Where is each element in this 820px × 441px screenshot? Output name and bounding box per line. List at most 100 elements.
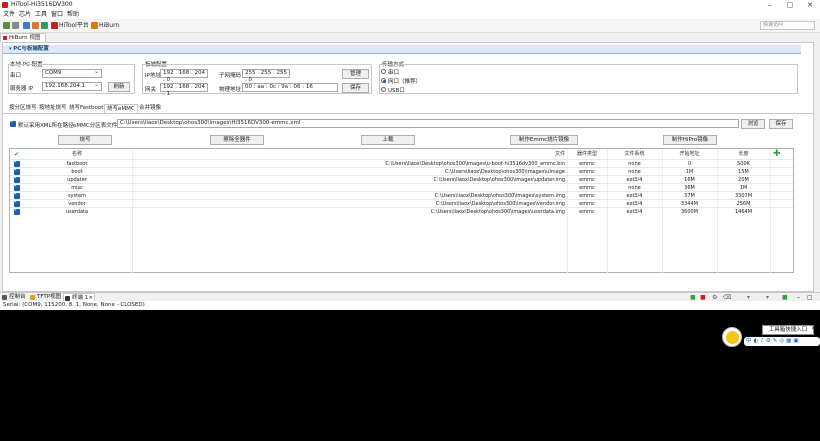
tftp-icon: [30, 295, 35, 300]
tab-burn-by-address[interactable]: 按地址烧写: [37, 104, 69, 113]
radio-network-label: 网口（推荐）: [388, 79, 422, 85]
radio-serial[interactable]: [381, 69, 386, 74]
column-header-start: 开始地址: [679, 151, 700, 157]
subnet-mask-field[interactable]: 255 . 255 . 255 . 0: [242, 69, 290, 83]
column-header-file: 文件: [554, 151, 565, 157]
subtab-divider: [3, 113, 813, 114]
console-tab-bar: 控制台 TFTP视图 终端 1 ✕ ■ ■ ⚙ ⌫ ▾ ▾ ■ – ▢: [0, 292, 820, 302]
cell-length: 1464M: [734, 209, 753, 215]
clear-console-icon[interactable]: ⌫: [723, 294, 731, 301]
select-all-check-icon[interactable]: ✔: [14, 151, 19, 158]
app-logo-icon: [2, 2, 8, 8]
menu-help[interactable]: 帮助: [67, 10, 79, 19]
menu-file[interactable]: 文件: [3, 10, 15, 19]
tab-burn-by-partition[interactable]: 按分区烧写: [7, 104, 39, 113]
disconnect-terminal-icon[interactable]: ■: [700, 294, 706, 301]
add-row-icon[interactable]: ✚: [773, 149, 781, 159]
row-checkbox[interactable]: [14, 207, 20, 215]
tab-hiburn-view-label: HiBurn 视图: [9, 35, 41, 41]
browse-button[interactable]: 浏览: [741, 119, 765, 129]
manage-button[interactable]: 管理: [342, 69, 369, 79]
section-title: PC与板端配置: [13, 46, 49, 52]
gateway-label: 网关: [145, 87, 157, 93]
save-xml-button[interactable]: 保存: [769, 119, 793, 129]
erase-all-button[interactable]: 擦除全器件: [210, 135, 264, 145]
radio-usb[interactable]: [381, 87, 386, 92]
port-label: 串口: [10, 73, 22, 79]
menu-chip[interactable]: 芯片: [19, 10, 31, 19]
column-header-name: 名称: [71, 151, 82, 157]
maximize-console-icon[interactable]: ▢: [807, 294, 813, 301]
table-row[interactable]: updaterC:\Users\liaox\Desktop\ohos300\im…: [10, 175, 793, 183]
use-xml-path-checkbox[interactable]: [10, 119, 16, 127]
tab-tftp-label: TFTP视图: [37, 294, 62, 300]
tab-merge-image[interactable]: 合并镜像: [137, 104, 163, 113]
cell-start: 3600M: [680, 209, 699, 215]
radio-usb-label: USB口: [388, 88, 405, 94]
cell-name: userdata: [65, 209, 89, 215]
close-widget-icon[interactable]: ✕: [811, 325, 816, 332]
menu-tools[interactable]: 工具: [35, 10, 47, 19]
maximize-icon[interactable]: ▢: [780, 0, 800, 10]
table-row[interactable]: miscemmcnone36M1M: [10, 183, 793, 191]
mac-label: 物理地址: [219, 87, 242, 93]
pin-console-icon[interactable]: ■: [782, 294, 788, 301]
title-bar: HiTool-Hi3516DV300 – ▢ ✕: [0, 0, 820, 10]
hitool-platform-button[interactable]: HiTool平台: [59, 21, 89, 30]
ip-label: IP地址: [145, 73, 161, 79]
serial-port-select[interactable]: COM9: [42, 68, 102, 78]
emmc-xml-path-field[interactable]: C:\Users\liaox\Desktop\ohos300\images\Hi…: [117, 119, 739, 128]
connect-icon[interactable]: [23, 22, 30, 29]
refresh-button[interactable]: 刷新: [108, 82, 130, 92]
open-console-icon[interactable]: ▾: [747, 294, 750, 301]
minimize-icon[interactable]: –: [760, 0, 780, 10]
new-icon[interactable]: [3, 22, 10, 29]
connect-terminal-icon[interactable]: ■: [690, 294, 696, 301]
save-board-button[interactable]: 保存: [342, 83, 369, 93]
toolbox-widget[interactable]: 工具箱快捷入口 ✕ 中◐♪⚙✎◎▦▣: [722, 325, 820, 347]
close-icon[interactable]: ✕: [800, 0, 820, 10]
table-row[interactable]: bootC:\Users\liaox\Desktop\ohos300\image…: [10, 167, 793, 175]
quick-access-input[interactable]: 快速访问: [760, 21, 815, 30]
tab-hiburn-view[interactable]: HiBurn 视图: [0, 33, 46, 42]
serial-status: Serial: (COM9, 115200, 8, 1, None, None …: [0, 301, 820, 310]
terminal-settings-icon[interactable]: ⚙: [712, 294, 717, 301]
hitool-platform-icon[interactable]: [51, 22, 58, 29]
hiburn-button[interactable]: HiBurn: [99, 21, 119, 30]
cell-file: C:\Users\liaox\Desktop\ohos300\images\us…: [430, 209, 565, 215]
cell-fs: ext3/4: [626, 209, 643, 215]
column-header-fs: 文件系统: [624, 151, 645, 157]
upload-button[interactable]: 上载: [361, 135, 415, 145]
make-hipro-image-button[interactable]: 制作HiPro镜像: [663, 135, 717, 145]
terminal-output[interactable]: [0, 310, 820, 441]
tab-console-label: 控制台: [9, 294, 26, 300]
hiburn-icon[interactable]: [91, 22, 98, 29]
menu-window[interactable]: 窗口: [51, 10, 63, 19]
partition-table: ✔ 名称 文件 器件类型 文件系统 开始地址 长度 ✚ fastbootC:\U…: [9, 148, 794, 273]
table-row[interactable]: fastbootC:\Users\liaox\Desktop\ohos300\i…: [10, 159, 793, 167]
new-console-icon[interactable]: ▾: [766, 294, 769, 301]
radio-network[interactable]: [381, 78, 386, 83]
tab-burn-emmc[interactable]: 烧写eMMC: [104, 104, 138, 113]
server-ip-select[interactable]: 192.168.204.1: [42, 81, 102, 91]
minimize-console-icon[interactable]: –: [797, 294, 800, 301]
table-row[interactable]: userdata C:\Users\liaox\Desktop\ohos300\i…: [10, 207, 793, 215]
radio-serial-label: 串口: [388, 70, 400, 76]
tab-burn-fastboot[interactable]: 烧写Fastboot: [67, 104, 105, 113]
pc-board-section-header[interactable]: ▾ PC与板端配置: [3, 45, 801, 54]
gateway-field[interactable]: 192 . 168 . 204 . 1: [160, 83, 208, 97]
menu-bar: 文件 芯片 工具 窗口 帮助: [0, 10, 820, 19]
window-title: HiTool-Hi3516DV300: [11, 1, 73, 8]
cell-device: emmc: [579, 209, 595, 215]
debug-icon[interactable]: [32, 22, 39, 29]
make-emmc-image-button[interactable]: 制作Emmc烧片镜像: [510, 135, 578, 145]
widget-tool-icons[interactable]: 中◐♪⚙✎◎▦▣: [744, 337, 820, 346]
ip-address-field[interactable]: 192 . 168 . 204 . 0: [160, 69, 208, 83]
burn-button[interactable]: 烧写: [58, 135, 112, 145]
mac-address-field[interactable]: 00 : aa : 0c : 9a : 06 : 16: [242, 83, 338, 92]
avatar[interactable]: [722, 327, 742, 347]
run-icon[interactable]: [41, 22, 48, 29]
save-icon[interactable]: [12, 22, 19, 29]
table-row[interactable]: vendorC:\Users\liaox\Desktop\ohos300\ima…: [10, 199, 793, 207]
table-row[interactable]: systemC:\Users\liaox\Desktop\ohos300\ima…: [10, 191, 793, 199]
